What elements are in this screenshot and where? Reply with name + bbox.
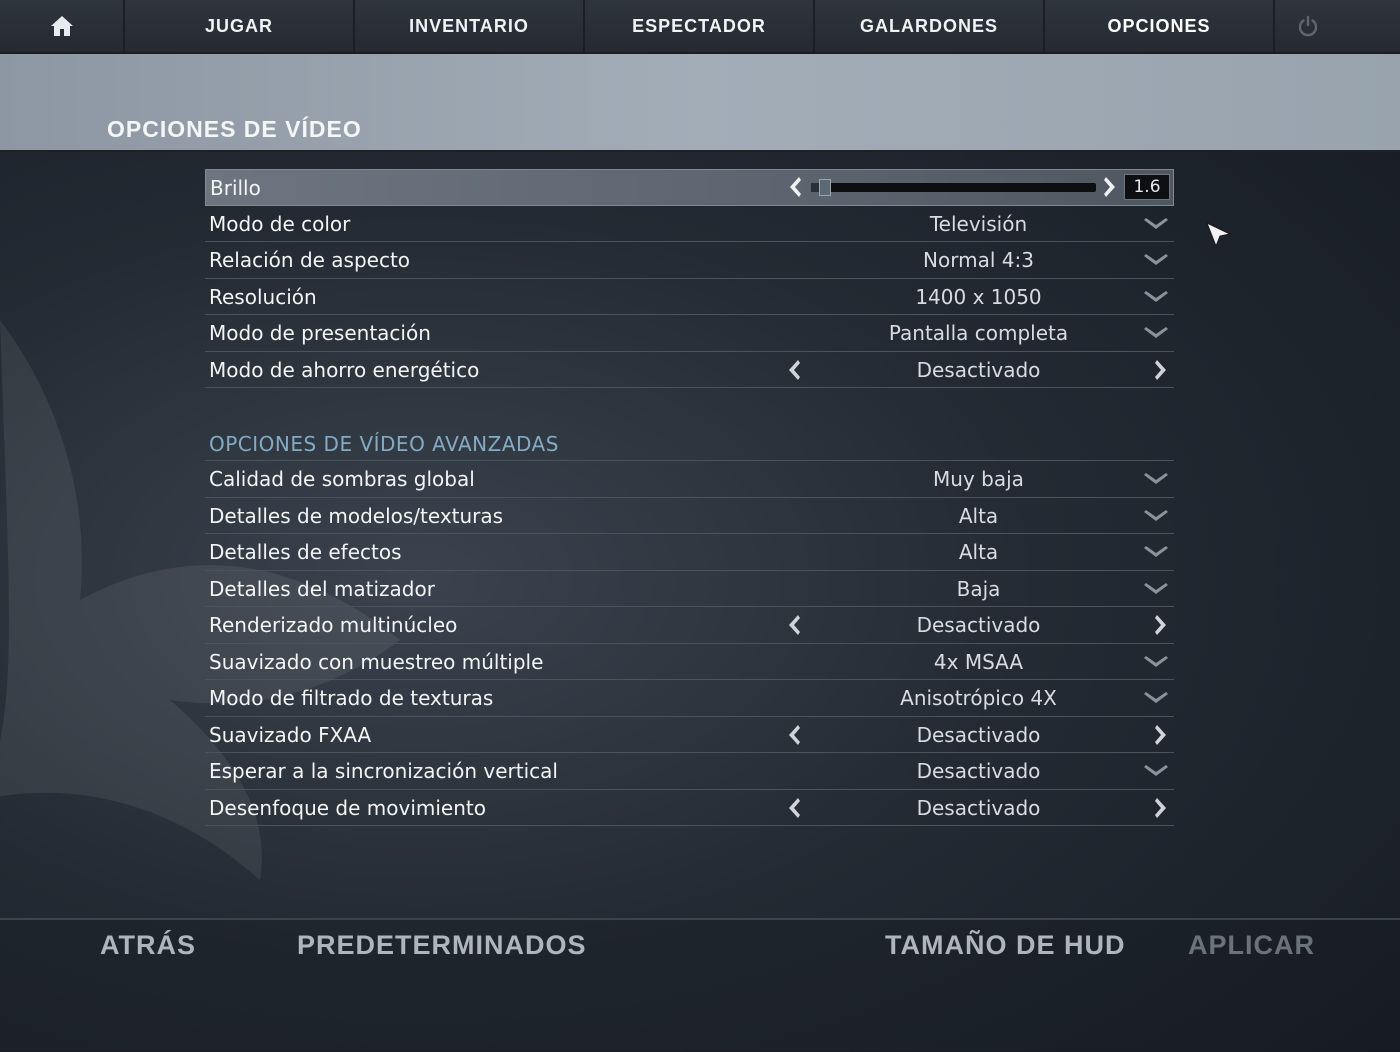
- tab-espectador[interactable]: ESPECTADOR: [585, 0, 815, 52]
- setting-value: Normal 4:3: [923, 248, 1034, 272]
- back-button[interactable]: ATRÁS: [100, 930, 196, 961]
- video-settings-list: Brillo 1.6 Modo de color Televisión Relaci…: [205, 169, 1174, 826]
- chevron-down-icon[interactable]: [1142, 214, 1170, 234]
- chevron-down-icon[interactable]: [1142, 761, 1170, 781]
- setting-label: Resolución: [209, 284, 317, 309]
- arrow-right-icon[interactable]: [1152, 613, 1170, 637]
- setting-row-esperar-a-la-sincronizacion-vertical[interactable]: Esperar a la sincronización vertical Desa…: [205, 753, 1174, 790]
- setting-value: Desactivado: [916, 357, 1041, 382]
- slider-thumb[interactable]: [819, 179, 831, 196]
- setting-row-modo-de-filtrado-de-texturas[interactable]: Modo de filtrado de texturas Anisotrópico…: [205, 680, 1174, 717]
- tab-inventario[interactable]: INVENTARIO: [355, 0, 585, 52]
- setting-label: Modo de filtrado de texturas: [209, 686, 494, 710]
- setting-row-relacion-de-aspecto[interactable]: Relación de aspecto Normal 4:3: [205, 242, 1174, 279]
- setting-label: Relación de aspecto: [209, 248, 411, 272]
- arrow-right-icon[interactable]: [1152, 796, 1170, 820]
- slider-fill: [811, 183, 819, 192]
- section-title-text: OPCIONES DE VÍDEO AVANZADAS: [209, 432, 559, 456]
- setting-label: Modo de color: [209, 211, 351, 236]
- setting-row-modo-de-presentacion[interactable]: Modo de presentación Pantalla completa: [205, 315, 1174, 352]
- defaults-button[interactable]: PREDETERMINADOS: [297, 930, 587, 961]
- setting-label: Brillo: [210, 176, 261, 200]
- chevron-down-icon[interactable]: [1142, 250, 1170, 270]
- setting-row-suavizado-con-muestreo-multiple[interactable]: Suavizado con muestreo múltiple 4x MSAA: [205, 644, 1174, 680]
- tab-opciones[interactable]: OPCIONES: [1045, 0, 1275, 52]
- setting-row-detalles-del-matizador[interactable]: Detalles del matizador Baja: [205, 571, 1174, 607]
- home-button[interactable]: [0, 0, 125, 52]
- setting-row-resolucion[interactable]: Resolución 1400 x 1050: [205, 279, 1174, 315]
- setting-label: Suavizado con muestreo múltiple: [209, 649, 544, 674]
- setting-value: Alta: [958, 540, 999, 564]
- chevron-down-icon[interactable]: [1142, 688, 1170, 708]
- setting-value: Desactivado: [916, 795, 1041, 820]
- setting-label: Suavizado FXAA: [209, 722, 372, 747]
- setting-value: 1400 x 1050: [915, 284, 1042, 309]
- slider-decrease-arrow-icon[interactable]: [786, 175, 804, 199]
- setting-label: Detalles de modelos/texturas: [209, 503, 504, 528]
- setting-value: 4x MSAA: [933, 649, 1024, 674]
- setting-value: Alta: [958, 503, 999, 528]
- arrow-right-icon[interactable]: [1152, 358, 1170, 382]
- setting-value: Televisión: [929, 211, 1028, 236]
- setting-row-brightness: Brillo 1.6: [205, 169, 1174, 206]
- power-icon: [1298, 15, 1318, 37]
- setting-label: Desenfoque de movimiento: [209, 795, 486, 820]
- setting-value: Pantalla completa: [888, 321, 1069, 345]
- setting-value: Baja: [956, 576, 1001, 601]
- setting-label: Detalles de efectos: [209, 540, 402, 564]
- page-title: OPCIONES DE VÍDEO: [107, 116, 362, 142]
- brightness-value: 1.6: [1124, 174, 1170, 200]
- setting-row-calidad-de-sombras-global[interactable]: Calidad de sombras global Muy baja: [205, 461, 1174, 498]
- chevron-down-icon[interactable]: [1142, 469, 1170, 489]
- chevron-down-icon[interactable]: [1142, 323, 1170, 343]
- arrow-left-icon[interactable]: [785, 796, 803, 820]
- page-header: OPCIONES DE VÍDEO: [0, 54, 1400, 152]
- setting-row-detalles-de-efectos[interactable]: Detalles de efectos Alta: [205, 534, 1174, 571]
- setting-row-modo-de-color[interactable]: Modo de color Televisión: [205, 206, 1174, 242]
- setting-value: Desactivado: [916, 722, 1041, 747]
- section-title-advanced: OPCIONES DE VÍDEO AVANZADAS: [205, 424, 1174, 461]
- setting-label: Renderizado multinúcleo: [209, 613, 458, 637]
- setting-value: Anisotrópico 4X: [900, 686, 1057, 710]
- home-icon: [50, 16, 73, 36]
- chevron-down-icon[interactable]: [1142, 579, 1170, 599]
- setting-row-renderizado-multinucleo[interactable]: Renderizado multinúcleo Desactivado: [205, 607, 1174, 644]
- arrow-left-icon[interactable]: [785, 613, 803, 637]
- setting-label: Modo de ahorro energético: [209, 357, 480, 382]
- chevron-down-icon[interactable]: [1142, 287, 1170, 307]
- setting-row-desenfoque-de-movimiento[interactable]: Desenfoque de movimiento Desactivado: [205, 790, 1174, 826]
- tab-jugar[interactable]: JUGAR: [125, 0, 355, 52]
- arrow-left-icon[interactable]: [785, 723, 803, 747]
- slider-increase-arrow-icon[interactable]: [1101, 175, 1119, 199]
- chevron-down-icon[interactable]: [1142, 652, 1170, 672]
- top-nav: JUGAR INVENTARIO ESPECTADOR GALARDONES O…: [0, 0, 1400, 54]
- setting-value: Desactivado: [916, 613, 1041, 637]
- setting-row-detalles-de-modelos-texturas[interactable]: Detalles de modelos/texturas Alta: [205, 498, 1174, 534]
- apply-button[interactable]: APLICAR: [1188, 930, 1315, 961]
- setting-row-suavizado-fxaa[interactable]: Suavizado FXAA Desactivado: [205, 717, 1174, 753]
- setting-label: Detalles del matizador: [209, 576, 435, 601]
- setting-label: Esperar a la sincronización vertical: [209, 759, 558, 783]
- setting-row-modo-de-ahorro-energetico[interactable]: Modo de ahorro energético Desactivado: [205, 352, 1174, 388]
- setting-value: Desactivado: [916, 759, 1041, 783]
- tab-galardones[interactable]: GALARDONES: [815, 0, 1045, 52]
- setting-label: Calidad de sombras global: [209, 467, 475, 491]
- arrow-left-icon[interactable]: [785, 358, 803, 382]
- hud-size-button[interactable]: TAMAÑO DE HUD: [885, 930, 1125, 961]
- footer-bar: ATRÁS PREDETERMINADOS TAMAÑO DE HUD APLI…: [0, 918, 1400, 1052]
- mouse-cursor-icon: [1206, 222, 1232, 248]
- arrow-right-icon[interactable]: [1152, 723, 1170, 747]
- brightness-slider[interactable]: [811, 179, 1096, 196]
- setting-value: Muy baja: [933, 467, 1024, 491]
- chevron-down-icon[interactable]: [1142, 542, 1170, 562]
- chevron-down-icon[interactable]: [1142, 506, 1170, 526]
- power-button[interactable]: [1275, 0, 1341, 52]
- setting-label: Modo de presentación: [209, 321, 431, 345]
